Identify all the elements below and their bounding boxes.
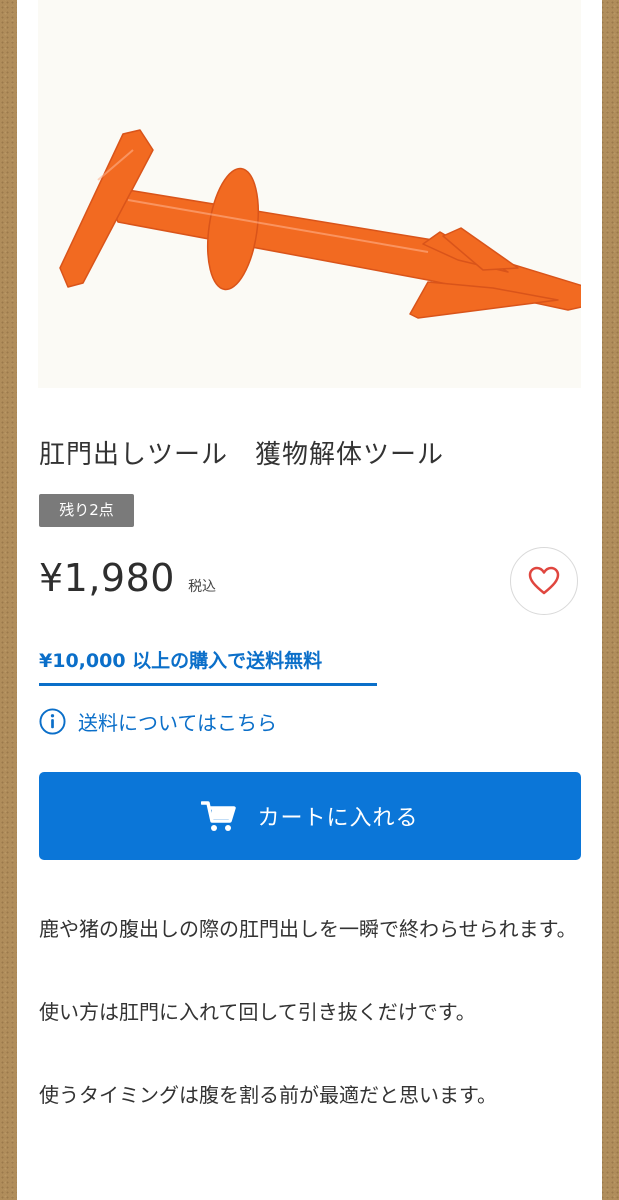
info-icon	[39, 708, 66, 735]
shipping-info-link[interactable]: 送料についてはこちら	[39, 707, 277, 736]
product-title: 肛門出しツール 獲物解体ツール	[39, 440, 445, 470]
favorite-button[interactable]	[510, 547, 578, 615]
product-image[interactable]	[38, 0, 581, 388]
heart-icon	[528, 566, 560, 595]
cart-icon	[201, 801, 237, 831]
description-paragraph: 使い方は肛門に入れて回して引き抜くだけです。	[39, 1000, 476, 1024]
product-description: 鹿や猪の腹出しの際の肛門出しを一瞬で終わらせられます。 使い方は肛門に入れて回し…	[39, 908, 584, 1157]
stock-badge: 残り2点	[39, 494, 134, 527]
description-paragraph: 鹿や猪の腹出しの際の肛門出しを一瞬で終わらせられます。	[39, 917, 577, 941]
description-paragraph: 使うタイミングは腹を割る前が最適だと思います。	[39, 1083, 497, 1107]
price: ¥1,980	[39, 556, 175, 600]
shipping-info-label: 送料についてはこちら	[78, 711, 277, 735]
tax-label: 税込	[188, 579, 217, 595]
free-shipping-banner: ¥10,000 以上の購入で送料無料	[39, 646, 377, 686]
product-card: 肛門出しツール 獲物解体ツール 残り2点 ¥1,980 税込 ¥10,000 以…	[17, 0, 602, 1200]
price-row: ¥1,980 税込	[39, 556, 216, 600]
add-to-cart-label: カートに入れる	[257, 806, 419, 831]
add-to-cart-button[interactable]: カートに入れる	[39, 772, 581, 860]
product-photo	[59, 129, 581, 319]
